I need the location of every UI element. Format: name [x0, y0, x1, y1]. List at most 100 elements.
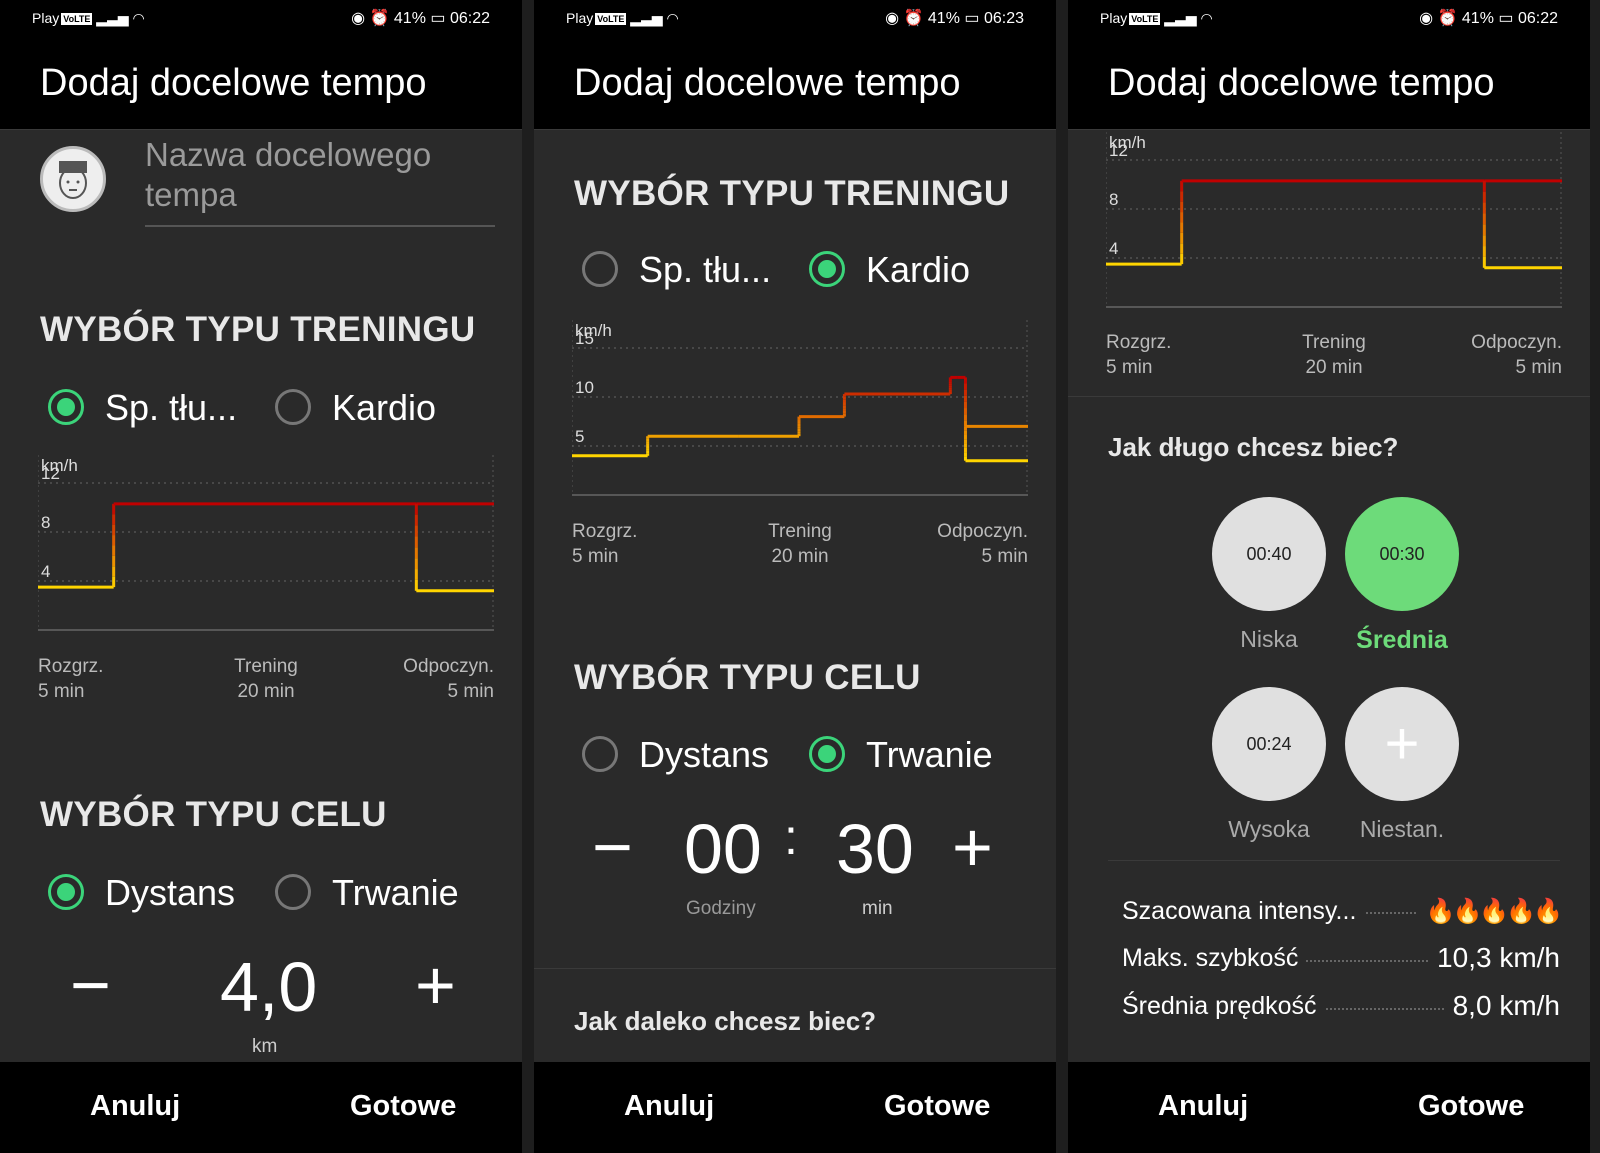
x-label-cooldown: Odpoczyn. 5 min: [1471, 332, 1562, 378]
face-icon: [59, 161, 87, 199]
distance-value: 4,0: [220, 948, 318, 1026]
wifi-icon: ◠: [132, 10, 145, 26]
x-label-warmup: Rozgrz. 5 min: [1106, 332, 1172, 378]
minutes-value[interactable]: 30: [836, 814, 914, 884]
decrease-button[interactable]: −: [70, 950, 111, 1020]
pace-name-input[interactable]: Nazwa docelowego tempa: [145, 135, 495, 227]
status-bar: Play VoLTE ▂▃▅ ◠ ◉ ⏰ 41% ▭ 06:23: [534, 0, 1056, 38]
x-label-training: Trening 20 min: [234, 656, 298, 702]
volte-badge: VoLTE: [595, 13, 627, 26]
alarm-icon: ⏰: [369, 10, 390, 27]
status-right: ◉ ⏰ 41% ▭ 06:22: [1419, 8, 1558, 28]
bottom-bar: Anuluj Gotowe: [534, 1062, 1056, 1153]
speed-chart: km/h4812: [1106, 132, 1562, 308]
battery-percent: 41%: [393, 10, 426, 27]
x-label-warmup: Rozgrz. 5 min: [572, 521, 638, 567]
carrier: Play: [566, 10, 594, 26]
status-left: Play VoLTE ▂▃▅ ◠: [1100, 10, 1213, 27]
y-tick-label: 5: [575, 427, 584, 446]
wifi-icon: ◠: [1200, 10, 1213, 26]
hours-label: Godziny: [686, 898, 756, 919]
radio-distance[interactable]: [48, 874, 84, 910]
panel-distance: Play VoLTE ▂▃▅ ◠ ◉ ⏰ 41% ▭ 06:22 Dodaj do…: [0, 0, 522, 1153]
radio-distance-label[interactable]: Dystans: [639, 734, 769, 776]
radio-duration[interactable]: [809, 736, 845, 772]
stat-avg-speed-value: 8,0 km/h: [1444, 990, 1560, 1022]
status-right: ◉ ⏰ 41% ▭ 06:23: [885, 8, 1024, 28]
option-high-button[interactable]: 00:24: [1212, 687, 1326, 801]
cancel-button[interactable]: Anuluj: [1158, 1090, 1248, 1123]
done-button[interactable]: Gotowe: [350, 1090, 456, 1123]
stat-max-speed-label: Maks. szybkość: [1122, 944, 1307, 973]
app-bar: Dodaj docelowe tempo: [534, 38, 1056, 130]
page-title: Dodaj docelowe tempo: [1108, 62, 1495, 104]
radio-distance[interactable]: [582, 736, 618, 772]
clock: 06:22: [449, 10, 490, 27]
add-custom-icon[interactable]: +: [1345, 687, 1459, 801]
y-tick-label: 4: [41, 562, 50, 581]
carrier: Play: [1100, 10, 1128, 26]
radio-distance-label[interactable]: Dystans: [105, 872, 235, 914]
minutes-label: min: [862, 898, 893, 919]
hours-value[interactable]: 00: [684, 814, 762, 884]
carrier: Play: [32, 10, 60, 26]
option-medium-label: Średnia: [1356, 626, 1448, 654]
y-tick-label: 8: [1109, 190, 1118, 209]
page-title: Dodaj docelowe tempo: [574, 62, 961, 104]
radio-fat-burn[interactable]: [48, 389, 84, 425]
x-label-training: Trening 20 min: [1302, 332, 1366, 378]
clock: 06:22: [1517, 10, 1558, 27]
cancel-button[interactable]: Anuluj: [90, 1090, 180, 1123]
radio-cardio-label[interactable]: Kardio: [866, 249, 970, 291]
radio-fat-burn-label[interactable]: Sp. tłu...: [105, 387, 237, 429]
duration-question: Jak długo chcesz biec?: [1108, 432, 1399, 462]
radio-cardio[interactable]: [809, 251, 845, 287]
stat-intensity-label: Szacowana intensy...: [1122, 897, 1365, 926]
radio-duration[interactable]: [275, 874, 311, 910]
eye-icon: ◉: [1419, 10, 1434, 27]
x-label-training: Trening 20 min: [768, 521, 832, 567]
option-low-button[interactable]: 00:40: [1212, 497, 1326, 611]
panel-duration-options: Play VoLTE ▂▃▅ ◠ ◉ ⏰ 41% ▭ 06:22 Dodaj do…: [1068, 0, 1590, 1153]
option-medium-button[interactable]: 00:30: [1345, 497, 1459, 611]
speed-chart: km/h51015: [572, 320, 1028, 496]
bottom-bar: Anuluj Gotowe: [0, 1062, 522, 1153]
y-tick-label: 12: [1109, 141, 1128, 160]
volte-badge: VoLTE: [61, 13, 93, 26]
radio-duration-label[interactable]: Trwanie: [332, 872, 459, 914]
avatar-icon[interactable]: [40, 146, 106, 212]
distance-unit: km: [252, 1036, 278, 1057]
divider: [534, 968, 1056, 969]
radio-cardio-label[interactable]: Kardio: [332, 387, 436, 429]
radio-duration-label[interactable]: Trwanie: [866, 734, 993, 776]
eye-icon: ◉: [885, 10, 900, 27]
decrease-button[interactable]: −: [592, 812, 633, 882]
option-custom-label: Niestan.: [1359, 816, 1445, 842]
app-bar: Dodaj docelowe tempo: [1068, 38, 1590, 130]
increase-button[interactable]: +: [952, 812, 993, 882]
radio-fat-burn-label[interactable]: Sp. tłu...: [639, 249, 771, 291]
increase-button[interactable]: +: [415, 950, 456, 1020]
battery-icon: ▭: [964, 10, 980, 27]
battery-icon: ▭: [430, 10, 446, 27]
status-right: ◉ ⏰ 41% ▭ 06:22: [351, 8, 490, 28]
battery-percent: 41%: [927, 10, 960, 27]
radio-cardio[interactable]: [275, 389, 311, 425]
y-tick-label: 8: [41, 513, 50, 532]
stat-max-speed-value: 10,3 km/h: [1429, 942, 1560, 974]
done-button[interactable]: Gotowe: [884, 1090, 990, 1123]
app-bar: Dodaj docelowe tempo: [0, 38, 522, 130]
divider: [1068, 396, 1590, 397]
signal-icon: ▂▃▅: [96, 10, 129, 26]
divider: [1108, 860, 1560, 861]
speed-chart: km/h4812: [38, 455, 494, 631]
done-button[interactable]: Gotowe: [1418, 1090, 1524, 1123]
panel-duration: Play VoLTE ▂▃▅ ◠ ◉ ⏰ 41% ▭ 06:23 Dodaj do…: [534, 0, 1056, 1153]
radio-fat-burn[interactable]: [582, 251, 618, 287]
goal-type-heading: WYBÓR TYPU CELU: [40, 795, 387, 834]
y-tick-label: 10: [575, 378, 594, 397]
training-type-heading: WYBÓR TYPU TRENINGU: [40, 310, 476, 349]
cancel-button[interactable]: Anuluj: [624, 1090, 714, 1123]
stat-avg-speed-label: Średnia prędkość: [1122, 992, 1325, 1021]
y-tick-label: 15: [575, 329, 594, 348]
